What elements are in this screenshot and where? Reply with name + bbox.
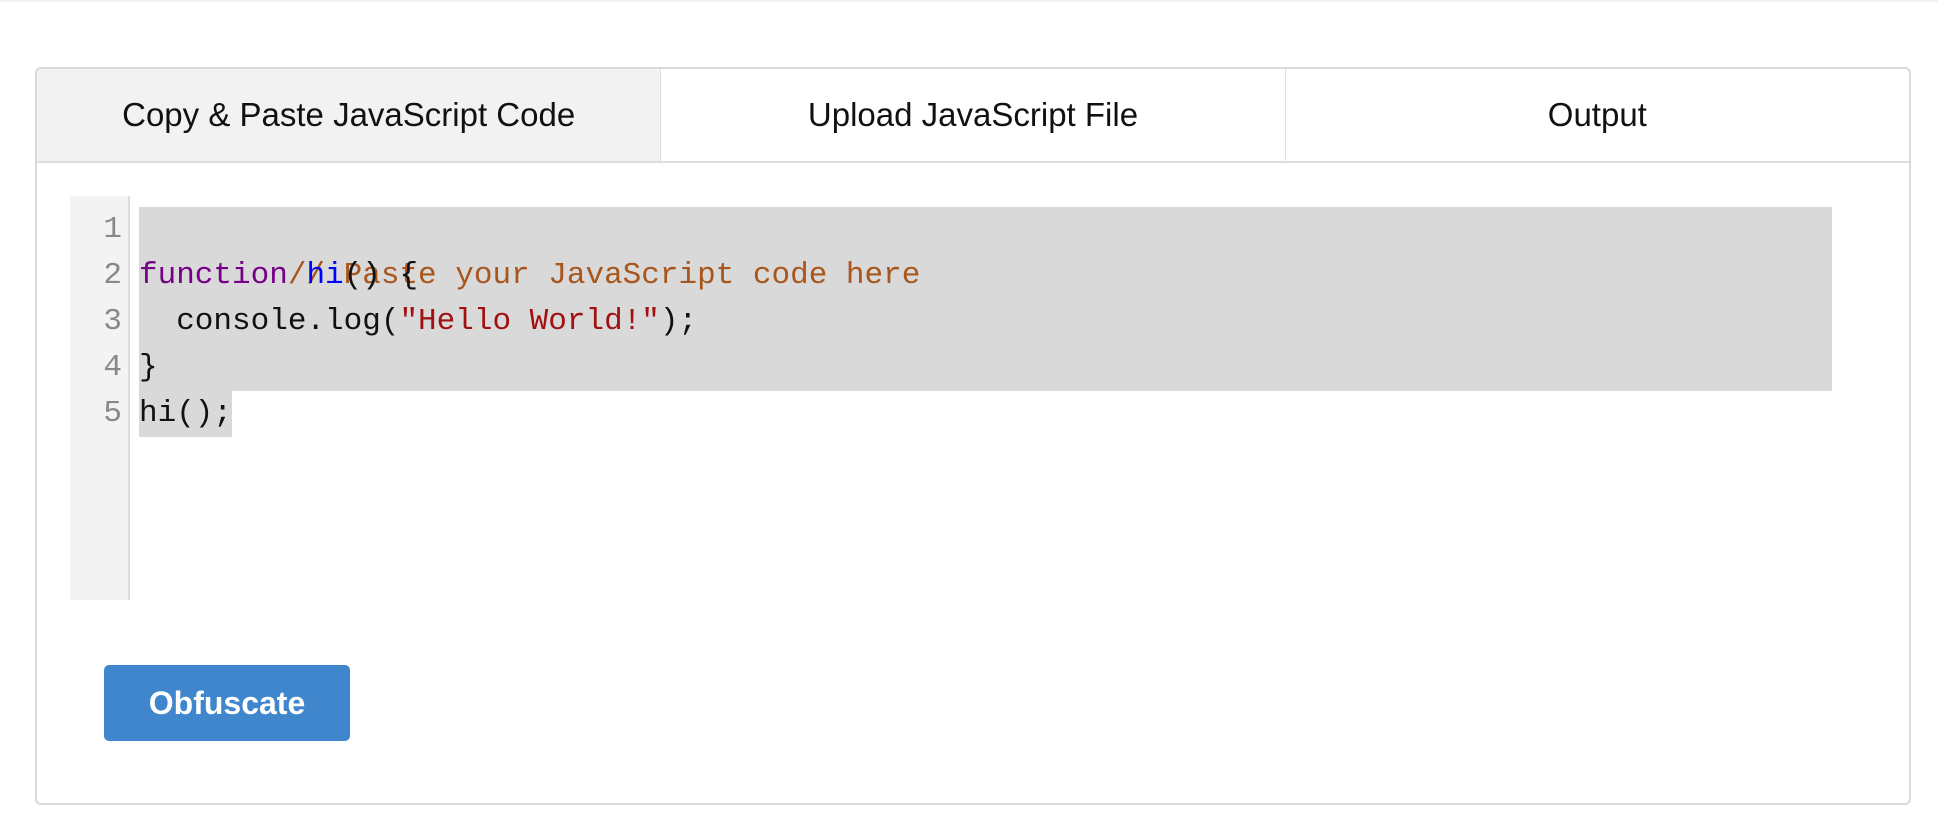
code-token-keyword: function [139,258,288,293]
code-token-string: "Hello World!" [399,304,660,339]
line-number: 4 [103,350,122,385]
code-line: console.log("Hello World!"); [139,299,1832,345]
tab-copy-paste[interactable]: Copy & Paste JavaScript Code [37,69,661,161]
code-token: } [139,350,158,385]
code-token-def: hi [306,258,344,293]
code-line: hi(); [139,391,1852,437]
line-number: 3 [103,304,122,339]
obfuscator-panel: Copy & Paste JavaScript Code Upload Java… [35,67,1911,805]
code-editor[interactable]: 1 2 3 4 5 // Paste your JavaScript code … [70,196,1852,600]
code-token: console.log( [139,304,400,339]
line-numbers: 1 2 3 4 5 [70,207,122,437]
code-token: hi(); [139,391,233,437]
tab-output[interactable]: Output [1284,69,1909,161]
tab-bar: Copy & Paste JavaScript Code Upload Java… [37,69,1909,163]
line-number: 1 [103,212,122,247]
top-divider [0,0,1938,2]
code-line: } [139,345,1832,391]
code-content[interactable]: // Paste your JavaScript code here funct… [139,207,1852,437]
code-token: () { [343,258,419,293]
line-number: 2 [103,258,122,293]
line-number: 5 [103,396,122,431]
code-line: function hi() { [139,253,1832,299]
obfuscate-button[interactable]: Obfuscate [104,665,350,741]
code-token: ); [659,304,698,339]
code-line: // Paste your JavaScript code here [139,207,1832,293]
tab-upload-file[interactable]: Upload JavaScript File [660,69,1284,161]
